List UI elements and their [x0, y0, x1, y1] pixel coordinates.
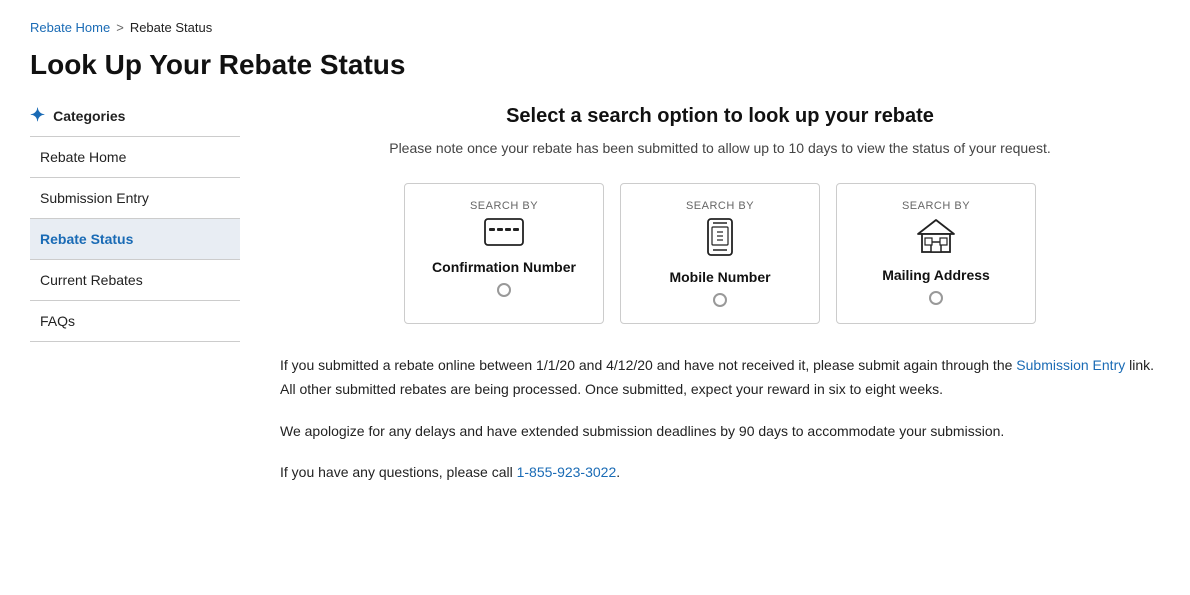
card-mobile-radio[interactable] [713, 293, 727, 307]
confirmation-icon [484, 218, 524, 253]
card-confirmation-label: SEARCH BY [470, 200, 538, 212]
search-section-title: Select a search option to look up your r… [280, 105, 1160, 128]
card-mailing-radio[interactable] [929, 291, 943, 305]
search-card-mobile[interactable]: SEARCH BY Mobile Number [620, 183, 820, 324]
card-mailing-label: SEARCH BY [902, 200, 970, 212]
breadcrumb: Rebate Home > Rebate Status [30, 20, 1160, 35]
submission-entry-link[interactable]: Submission Entry [1016, 357, 1125, 373]
card-mobile-label: SEARCH BY [686, 200, 754, 212]
sidebar-categories-header: ✦ Categories [30, 105, 240, 126]
page-title: Look Up Your Rebate Status [30, 49, 1160, 81]
info-p3-part2: . [616, 464, 620, 480]
mobile-icon [707, 218, 733, 263]
info-p3-part1: If you have any questions, please call [280, 464, 517, 480]
sidebar: ✦ Categories Rebate Home Submission Entr… [30, 105, 260, 503]
search-cards: SEARCH BY Confirmation Number [280, 183, 1160, 324]
sidebar-link-current-rebates[interactable]: Current Rebates [30, 260, 240, 300]
search-card-mailing[interactable]: SEARCH BY Mailing Address [836, 183, 1036, 324]
sidebar-link-rebate-home[interactable]: Rebate Home [30, 137, 240, 177]
categories-icon: ✦ [30, 105, 45, 126]
sidebar-link-rebate-status[interactable]: Rebate Status [30, 219, 240, 259]
sidebar-item-submission-entry[interactable]: Submission Entry [30, 178, 240, 219]
breadcrumb-home-link[interactable]: Rebate Home [30, 20, 110, 35]
card-confirmation-title: Confirmation Number [432, 259, 576, 275]
breadcrumb-separator: > [116, 20, 124, 35]
info-paragraph-2: We apologize for any delays and have ext… [280, 420, 1160, 444]
main-layout: ✦ Categories Rebate Home Submission Entr… [30, 105, 1160, 503]
content-area: Select a search option to look up your r… [260, 105, 1160, 503]
phone-link[interactable]: 1-855-923-3022 [517, 464, 617, 480]
sidebar-item-rebate-home[interactable]: Rebate Home [30, 137, 240, 178]
search-section-subtitle: Please note once your rebate has been su… [280, 138, 1160, 159]
info-paragraph-3: If you have any questions, please call 1… [280, 461, 1160, 485]
sidebar-item-current-rebates[interactable]: Current Rebates [30, 260, 240, 301]
house-icon [916, 218, 956, 261]
card-mobile-title: Mobile Number [669, 269, 770, 285]
categories-label: Categories [53, 108, 125, 124]
sidebar-link-submission-entry[interactable]: Submission Entry [30, 178, 240, 218]
info-paragraph-1: If you submitted a rebate online between… [280, 354, 1160, 402]
breadcrumb-current: Rebate Status [130, 20, 212, 35]
sidebar-link-faqs[interactable]: FAQs [30, 301, 240, 341]
info-p1-part1: If you submitted a rebate online between… [280, 357, 1016, 373]
sidebar-item-faqs[interactable]: FAQs [30, 301, 240, 342]
page-wrapper: Rebate Home > Rebate Status Look Up Your… [0, 0, 1190, 523]
card-confirmation-radio[interactable] [497, 283, 511, 297]
card-mailing-title: Mailing Address [882, 267, 990, 283]
search-card-confirmation[interactable]: SEARCH BY Confirmation Number [404, 183, 604, 324]
sidebar-item-rebate-status[interactable]: Rebate Status [30, 219, 240, 260]
sidebar-nav: Rebate Home Submission Entry Rebate Stat… [30, 136, 240, 342]
